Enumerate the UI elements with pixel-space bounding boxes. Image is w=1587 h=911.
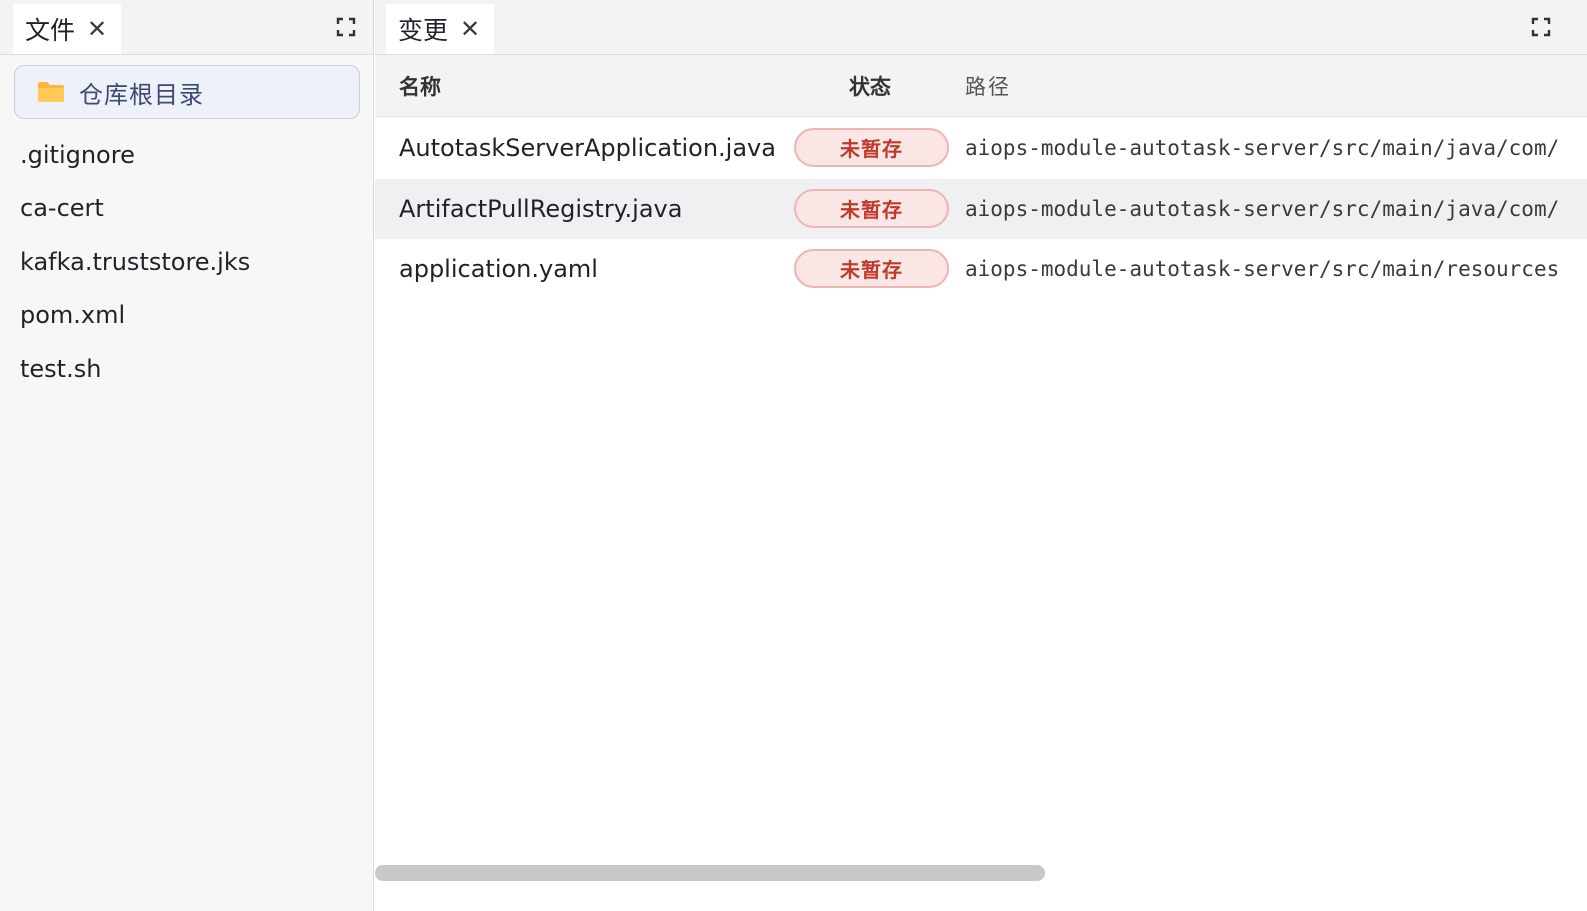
file-item[interactable]: kafka.truststore.jks — [20, 235, 250, 289]
tab-files[interactable]: 文件 ✕ — [13, 4, 122, 54]
table-row[interactable]: application.yaml 未暂存 aiops-module-autota… — [375, 239, 1587, 300]
repo-root-button[interactable]: 仓库根目录 — [14, 65, 360, 119]
folder-icon — [38, 82, 64, 102]
file-path-cell: aiops-module-autotask-server/src/main/re… — [965, 257, 1560, 281]
file-item[interactable]: test.sh — [20, 342, 250, 396]
table-row[interactable]: ArtifactPullRegistry.java 未暂存 aiops-modu… — [375, 178, 1587, 239]
changes-tabbar: 变更 ✕ — [375, 0, 1587, 55]
changes-table-header: 名称 状态 路径 — [375, 55, 1587, 117]
file-item[interactable]: pom.xml — [20, 289, 250, 343]
file-item[interactable]: ca-cert — [20, 182, 250, 236]
status-badge: 未暂存 — [794, 188, 949, 228]
files-tabbar: 文件 ✕ — [0, 0, 373, 55]
file-path-cell: aiops-module-autotask-server/src/main/ja… — [965, 196, 1560, 221]
file-item[interactable]: .gitignore — [20, 128, 250, 182]
column-header-name[interactable]: 名称 — [399, 55, 441, 117]
column-header-path[interactable]: 路径 — [965, 55, 1011, 117]
file-name-cell: ArtifactPullRegistry.java — [399, 194, 683, 223]
close-icon[interactable]: ✕ — [87, 17, 107, 41]
tab-files-label: 文件 — [25, 16, 76, 45]
expand-icon[interactable] — [1531, 17, 1551, 37]
app-root: 文件 ✕ 仓库根目录 .gitignore ca-cert kafka.trus… — [0, 0, 1587, 911]
file-list: .gitignore ca-cert kafka.truststore.jks … — [20, 128, 250, 396]
files-panel: 文件 ✕ 仓库根目录 .gitignore ca-cert kafka.trus… — [0, 0, 374, 911]
file-name-cell: AutotaskServerApplication.java — [399, 134, 776, 162]
status-badge: 未暂存 — [794, 128, 949, 167]
expand-icon[interactable] — [336, 17, 356, 37]
table-row[interactable]: AutotaskServerApplication.java 未暂存 aiops… — [375, 118, 1587, 179]
tab-changes[interactable]: 变更 ✕ — [386, 4, 495, 54]
file-name-cell: application.yaml — [399, 255, 598, 283]
status-badge: 未暂存 — [794, 249, 949, 288]
tab-changes-label: 变更 — [398, 16, 449, 45]
changes-panel: 变更 ✕ 名称 状态 路径 AutotaskServerApplication.… — [375, 0, 1587, 911]
close-icon[interactable]: ✕ — [460, 17, 480, 41]
changes-table-body: AutotaskServerApplication.java 未暂存 aiops… — [375, 118, 1587, 300]
horizontal-scrollbar[interactable] — [375, 865, 1045, 881]
column-header-status[interactable]: 状态 — [849, 55, 891, 117]
file-path-cell: aiops-module-autotask-server/src/main/ja… — [965, 136, 1560, 160]
repo-root-label: 仓库根目录 — [79, 80, 204, 109]
